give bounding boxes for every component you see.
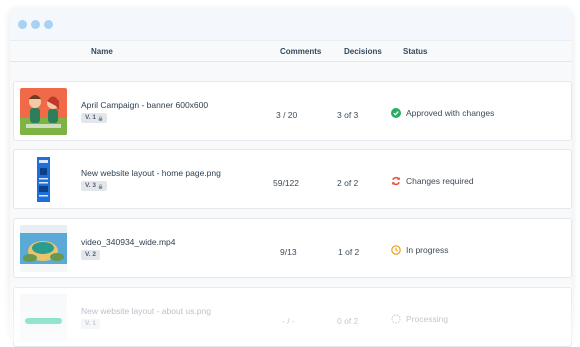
window-dot-1[interactable]: [18, 19, 27, 29]
table-row[interactable]: April Campaign - banner 600x600 V. 1 3 /…: [13, 81, 572, 141]
column-header-name[interactable]: Name: [91, 47, 113, 56]
column-header-decisions[interactable]: Decisions: [344, 47, 382, 56]
refresh-icon: [392, 176, 400, 186]
status-badge: In progress: [391, 245, 449, 255]
decisions-count: 3 of 3: [337, 110, 359, 120]
column-header-status[interactable]: Status: [403, 47, 427, 56]
version-badge: V. 1: [81, 319, 100, 329]
table-header: Name Comments Decisions Status: [10, 41, 572, 62]
status-label: Approved with changes: [406, 108, 495, 118]
table-row[interactable]: New website layout - about us.png V. 1 -…: [13, 287, 572, 347]
version-label: V. 3: [85, 182, 96, 189]
table-row[interactable]: New website layout - home page.png V. 3 …: [13, 149, 572, 209]
thumbnail-video: [20, 225, 67, 272]
thumbnail-webpage: [20, 294, 67, 341]
comments-count: - / -: [282, 316, 295, 326]
window-titlebar: [10, 8, 572, 41]
window-dot-2[interactable]: [31, 19, 40, 29]
version-badge: V. 1: [81, 113, 107, 123]
status-label: Changes required: [406, 176, 474, 186]
file-name[interactable]: video_340934_wide.mp4: [81, 237, 176, 247]
decisions-count: 0 of 2: [337, 316, 359, 326]
lock-icon: [98, 115, 103, 121]
check-circle-icon: [391, 108, 401, 118]
lock-icon: [98, 183, 103, 189]
window-dot-3[interactable]: [44, 19, 53, 29]
spinner-icon: [391, 314, 401, 324]
file-name[interactable]: April Campaign - banner 600x600: [81, 100, 208, 110]
clock-icon: [391, 245, 401, 255]
status-badge: Processing: [391, 314, 448, 324]
status-label: In progress: [406, 245, 449, 255]
comments-count: 59/122: [273, 178, 299, 188]
version-label: V. 2: [85, 251, 96, 258]
comments-count: 3 / 20: [276, 110, 298, 120]
file-name[interactable]: New website layout - home page.png: [81, 168, 221, 178]
thumbnail-illustration: [20, 88, 67, 135]
status-label: Processing: [406, 314, 449, 324]
version-label: V. 1: [85, 114, 96, 121]
decisions-count: 1 of 2: [338, 247, 360, 257]
status-badge: Changes required: [391, 176, 474, 186]
column-header-comments[interactable]: Comments: [280, 47, 321, 56]
version-label: V. 1: [85, 320, 96, 327]
decisions-count: 2 of 2: [337, 178, 359, 188]
status-badge: Approved with changes: [391, 108, 494, 118]
table-row[interactable]: video_340934_wide.mp4 V. 2 9/13 1 of 2 I…: [13, 218, 572, 278]
file-name[interactable]: New website layout - about us.png: [81, 306, 211, 316]
version-badge: V. 3: [81, 181, 107, 191]
version-badge: V. 2: [81, 250, 100, 260]
thumbnail-webpage: [20, 156, 67, 203]
comments-count: 9/13: [280, 247, 297, 257]
